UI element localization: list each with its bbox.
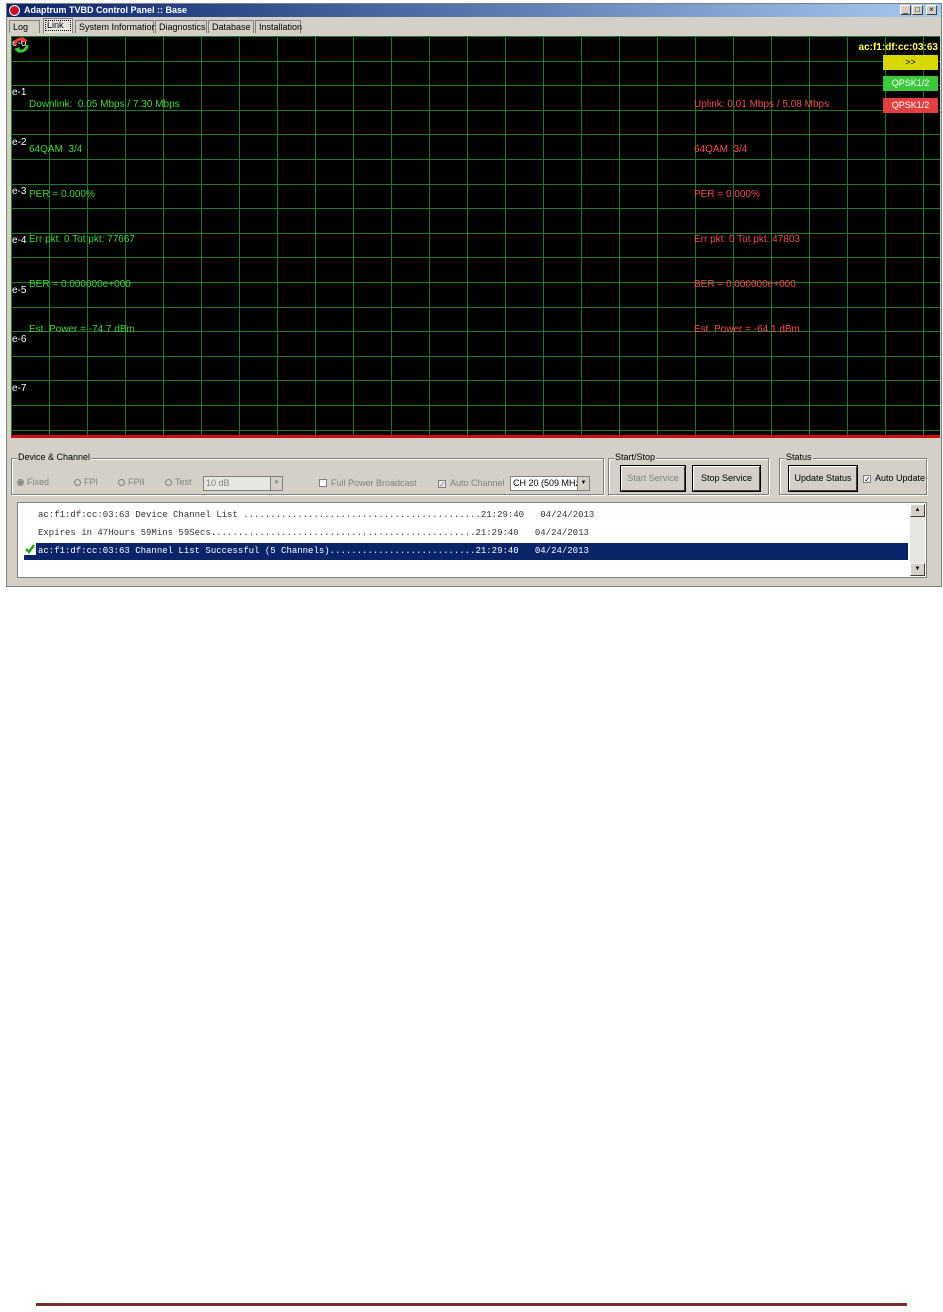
y-tick: e-6 [12, 334, 27, 345]
stop-service-button[interactable]: Stop Service [693, 466, 760, 491]
y-tick: e-7 [12, 383, 27, 394]
tab-log[interactable]: Log [9, 20, 40, 33]
auto-update-checkbox[interactable]: ✓ Auto Update [863, 473, 925, 484]
downlink-packets: Err pkt: 0 Tot pkt: 77667 [29, 234, 135, 245]
uplink-per: PER = 0.000% [694, 189, 760, 200]
radio-dot-icon [165, 479, 172, 486]
scroll-down-icon[interactable]: ▼ [910, 563, 925, 576]
y-tick: e-3 [12, 186, 27, 197]
log-scrollbar[interactable]: ▲ ▼ [910, 504, 925, 576]
app-logo-icon [9, 5, 20, 16]
test-level-select[interactable]: 10 dB ▼ [203, 476, 283, 491]
uplink-stats: Uplink: 0.01 Mbps / 5.08 Mbps 64QAM 3/4 … [694, 67, 829, 367]
uplink-ber: BER = 0.000000e+000 [694, 279, 796, 290]
full-power-checkbox[interactable]: Full Power Broadcast [319, 478, 417, 488]
radio-dot-icon [74, 479, 81, 486]
radio-fpii[interactable]: FPII [118, 477, 145, 487]
downlink-ber: BER = 0.000000e+000 [29, 279, 131, 290]
list-item-selected[interactable]: ac:f1:df:cc:03:63 Channel List Successfu… [24, 543, 908, 560]
update-status-button[interactable]: Update Status [789, 466, 857, 491]
uplink-rate: Uplink: 0.01 Mbps / 5.08 Mbps [694, 99, 830, 110]
y-tick: e-5 [12, 285, 27, 296]
close-button[interactable]: × [926, 5, 937, 15]
title-bar[interactable]: Adaptrum TVBD Control Panel :: Base _ □ … [7, 4, 941, 17]
start-stop-legend: Start/Stop [614, 452, 657, 462]
downlink-modulation: 64QAM 3/4 [29, 144, 83, 155]
list-item[interactable]: Expires in 47Hours 59Mins 59Secs........… [24, 525, 908, 542]
status-legend: Status [785, 452, 813, 462]
uplink-power: Est. Power = -64.1 dBm [694, 324, 800, 335]
tab-diagnostics[interactable]: Diagnostics [155, 20, 207, 33]
channel-select[interactable]: CH 20 (509 MHz) ▼ [510, 476, 590, 491]
uplink-modulation-badge[interactable]: QPSK1/2 [883, 98, 938, 113]
uplink-modulation: 64QAM 3/4 [694, 144, 748, 155]
scroll-up-icon[interactable]: ▲ [910, 504, 925, 517]
tab-database[interactable]: Database [208, 20, 254, 33]
page-footer-rule [36, 1303, 907, 1306]
tab-link[interactable]: Link [43, 18, 73, 33]
downlink-per: PER = 0.000% [29, 189, 95, 200]
y-tick: e-2 [12, 137, 27, 148]
app-window: Adaptrum TVBD Control Panel :: Base _ □ … [6, 3, 942, 587]
radio-test[interactable]: Test [165, 477, 192, 487]
check-icon: ✓ [438, 480, 446, 489]
window-title: Adaptrum TVBD Control Panel :: Base [24, 5, 188, 15]
start-service-button[interactable]: Start Service [621, 466, 685, 491]
radio-dot-icon [118, 479, 125, 486]
chevron-down-icon: ▼ [270, 477, 282, 490]
checkbox-icon [319, 479, 327, 487]
event-log-list[interactable]: ac:f1:df:cc:03:63 Device Channel List ..… [17, 502, 927, 578]
device-channel-legend: Device & Channel [17, 452, 92, 462]
start-stop-group: Start/Stop Start Service Stop Service [608, 452, 769, 495]
downlink-rate: Downlink: 0.05 Mbps / 7.30 Mbps [29, 99, 180, 110]
y-tick: e-1 [12, 87, 27, 98]
radio-dot-icon [17, 479, 24, 486]
refresh-icon[interactable] [11, 36, 31, 54]
tab-installation[interactable]: Installation [255, 20, 302, 33]
y-tick: e-4 [12, 235, 27, 246]
plot-baseline [11, 435, 940, 438]
downlink-stats: Downlink: 0.05 Mbps / 7.30 Mbps 64QAM 3/… [29, 67, 180, 367]
next-button[interactable]: >> [883, 55, 938, 70]
minimize-button[interactable]: _ [900, 5, 911, 15]
chevron-down-icon: ▼ [577, 477, 589, 490]
ber-plot: e-0 e-1 e-2 e-3 e-4 e-5 e-6 e-7 Downlink… [11, 36, 940, 438]
radio-fixed[interactable]: Fixed [17, 477, 49, 487]
uplink-packets: Err pkt: 0 Tot pkt: 47803 [694, 234, 800, 245]
device-mac-address: ac:f1:df:cc:03:63 [858, 42, 938, 53]
downlink-modulation-badge[interactable]: QPSK1/2 [883, 76, 938, 91]
status-group: Status Update Status ✓ Auto Update [779, 452, 927, 495]
downlink-power: Est. Power = -74.7 dBm [29, 324, 135, 335]
maximize-button[interactable]: □ [912, 5, 923, 15]
device-channel-group: Device & Channel Fixed FPI FPII Test 10 … [11, 452, 604, 495]
tab-system-information[interactable]: System Information [75, 20, 157, 33]
auto-channel-checkbox[interactable]: ✓ Auto Channel [438, 478, 505, 489]
radio-fpi[interactable]: FPI [74, 477, 98, 487]
success-check-icon [24, 543, 36, 555]
list-item[interactable]: ac:f1:df:cc:03:63 Device Channel List ..… [24, 507, 908, 524]
check-icon: ✓ [863, 475, 871, 484]
